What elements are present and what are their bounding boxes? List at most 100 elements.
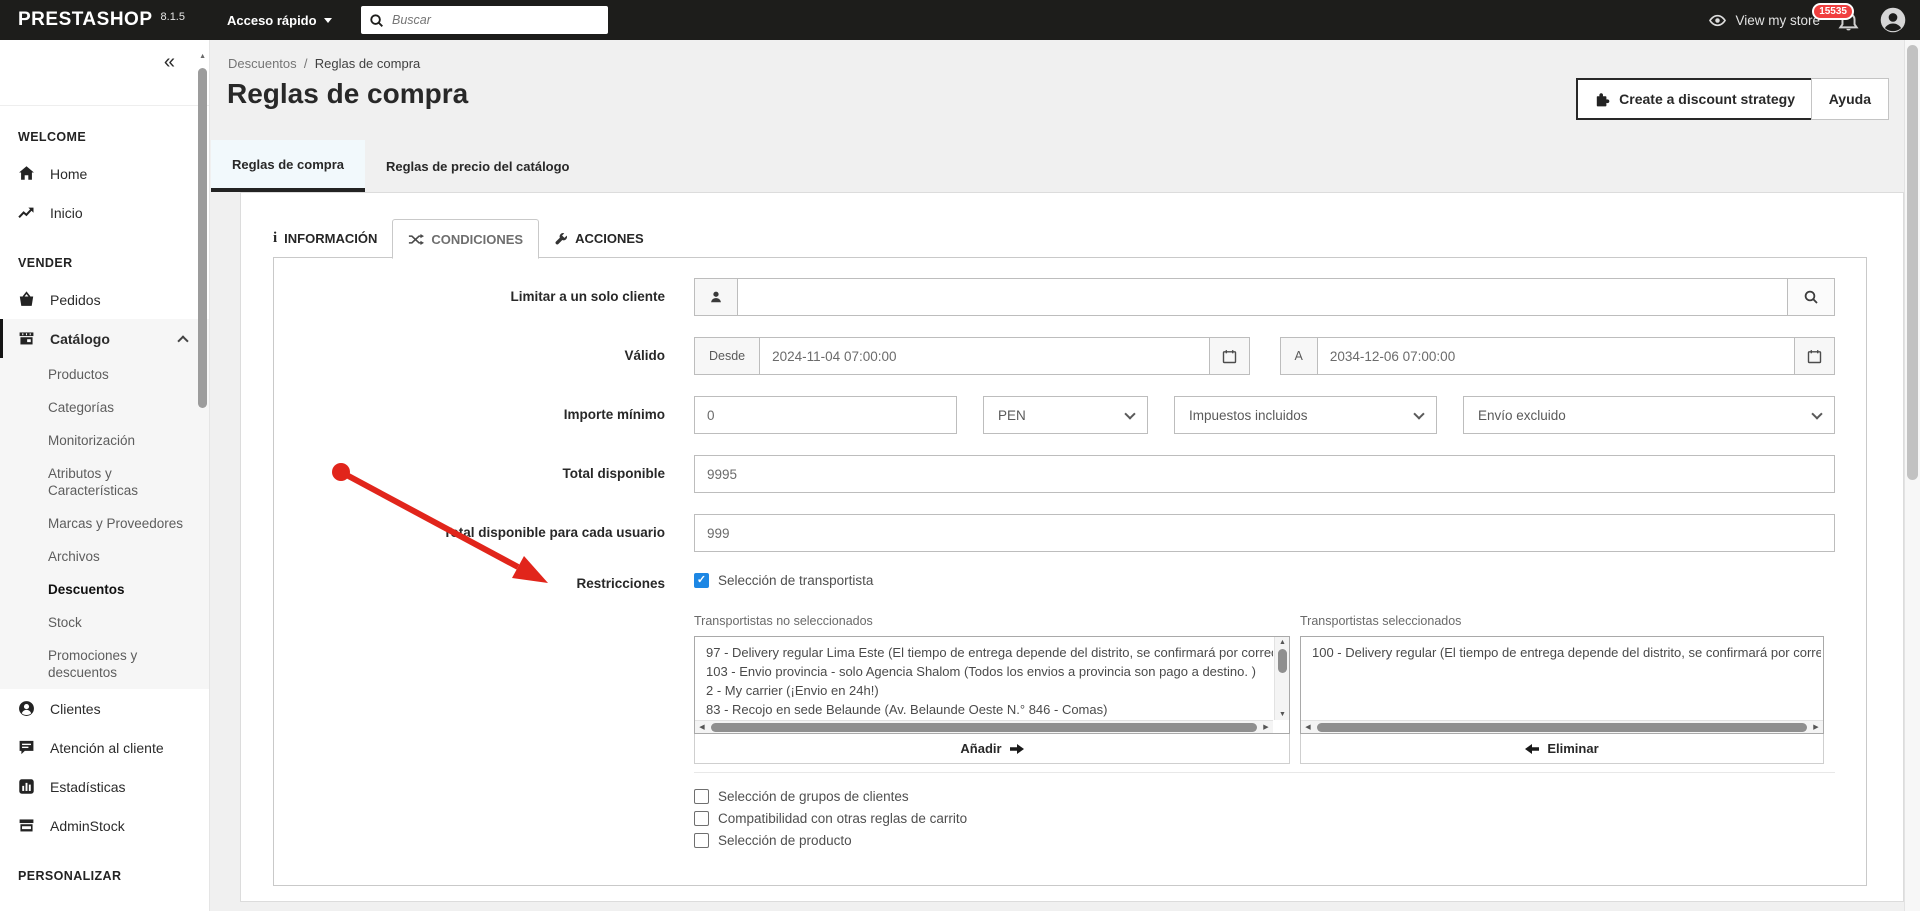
sidebar-subitem-archivos[interactable]: Archivos xyxy=(0,540,209,573)
create-discount-strategy-button[interactable]: Create a discount strategy xyxy=(1576,78,1813,120)
sidebar-item-atencion[interactable]: Atención al cliente xyxy=(0,728,209,767)
sidebar-item-pedidos[interactable]: Pedidos xyxy=(0,280,209,319)
listbox-vertical-scrollbar[interactable]: ▲ ▼ xyxy=(1274,637,1289,720)
arrow-left-icon xyxy=(1525,743,1540,755)
carrier-option[interactable]: 83 - Recojo en sede Belaunde (Av. Belaun… xyxy=(695,700,1273,719)
sidebar-subitem-marcas[interactable]: Marcas y Proveedores xyxy=(0,507,209,540)
formtab-informacion[interactable]: i INFORMACIÓN xyxy=(258,219,392,258)
restrictions-row: Restricciones ✓ Selección de transportis… xyxy=(274,573,1835,855)
tab-reglas-de-compra[interactable]: Reglas de compra xyxy=(211,140,365,192)
page-scrollbar[interactable] xyxy=(1904,40,1920,911)
sidebar-item-label: AdminStock xyxy=(50,817,125,834)
chevron-down-icon xyxy=(323,17,332,23)
sidebar-section-welcome: WELCOME xyxy=(18,130,87,144)
breadcrumb-parent[interactable]: Descuentos xyxy=(228,56,297,71)
sidebar-item-home[interactable]: Home xyxy=(0,154,209,193)
scrollbar-thumb[interactable] xyxy=(1278,649,1287,673)
scrollbar-thumb[interactable] xyxy=(711,722,1257,732)
sidebar-item-label: Atención al cliente xyxy=(50,739,164,756)
version-label: 8.1.5 xyxy=(160,11,185,23)
sidebar-scrollbar-thumb[interactable] xyxy=(198,68,207,408)
quick-access-button[interactable]: Acceso rápido xyxy=(227,13,332,28)
customer-group-restriction-checkbox[interactable] xyxy=(694,789,709,804)
total-available-input[interactable] xyxy=(694,455,1835,493)
other-restrictions: Selección de grupos de clientes Compatib… xyxy=(694,789,1835,848)
search-input[interactable] xyxy=(392,13,600,27)
currency-select[interactable]: PEN xyxy=(983,396,1148,434)
breadcrumb-current: Reglas de compra xyxy=(314,56,421,71)
carrier-restriction-checkbox[interactable]: ✓ xyxy=(694,573,709,588)
create-discount-strategy-label: Create a discount strategy xyxy=(1619,91,1795,107)
view-my-store-link[interactable]: View my store xyxy=(1708,13,1820,28)
customer-search-input[interactable] xyxy=(738,279,1787,315)
sidebar-item-catalogo[interactable]: Catálogo xyxy=(0,319,209,358)
collapse-sidebar-button[interactable]: « xyxy=(164,52,175,72)
valid-from-group: Desde xyxy=(694,337,1250,375)
listbox-horizontal-scrollbar[interactable]: ◀ ▶ xyxy=(695,720,1273,733)
sidebar-subitem-atributos[interactable]: Atributos y Características xyxy=(0,457,209,507)
scrollbar-thumb[interactable] xyxy=(1317,722,1807,732)
trending-up-icon xyxy=(18,204,35,221)
total-available-row: Total disponible xyxy=(274,455,1835,493)
person-icon xyxy=(18,700,35,717)
topbar: PRESTASHOP 8.1.5 Acceso rápido View my s… xyxy=(0,0,1920,40)
total-per-user-label: Total disponible para cada usuario xyxy=(443,525,665,540)
formtab-acciones[interactable]: ACCIONES xyxy=(539,219,659,258)
page-scrollbar-thumb[interactable] xyxy=(1907,45,1918,480)
sidebar-subitem-monitorizacion[interactable]: Monitorización xyxy=(0,424,209,457)
selected-carriers-listbox[interactable]: 100 - Delivery regular (El tiempo de ent… xyxy=(1300,636,1824,734)
divider xyxy=(694,772,1835,773)
valid-from-calendar-button[interactable] xyxy=(1208,338,1249,374)
valid-row: Válido Desde A xyxy=(274,337,1835,375)
sidebar-subitem-categorias[interactable]: Categorías xyxy=(0,391,209,424)
total-per-user-input[interactable] xyxy=(694,514,1835,552)
search-icon xyxy=(369,13,384,28)
min-amount-input[interactable] xyxy=(694,396,957,434)
add-carrier-button[interactable]: Añadir xyxy=(694,734,1290,764)
sidebar-item-inicio[interactable]: Inicio xyxy=(0,193,209,232)
valid-from-input[interactable] xyxy=(760,338,1209,374)
carrier-restriction-label: Selección de transportista xyxy=(718,573,874,588)
sidebar-item-adminstock[interactable]: AdminStock xyxy=(0,806,209,845)
valid-label: Válido xyxy=(624,348,665,363)
formtab-condiciones[interactable]: CONDICIONES xyxy=(392,219,540,259)
tab-reglas-de-precio-del-catalogo[interactable]: Reglas de precio del catálogo xyxy=(365,140,591,192)
unselected-carriers-listbox[interactable]: 97 - Delivery regular Lima Este (El tiem… xyxy=(694,636,1290,734)
valid-to-calendar-button[interactable] xyxy=(1794,338,1834,374)
sidebar: « WELCOME Home Inicio VENDER Pedidos Cat… xyxy=(0,40,210,911)
sidebar-scroll-up-arrow[interactable]: ▲ xyxy=(199,53,206,60)
puzzle-icon xyxy=(1594,91,1610,107)
min-amount-row: Importe mínimo PEN Impuestos incluidos xyxy=(274,396,1835,434)
listbox-horizontal-scrollbar[interactable]: ◀ ▶ xyxy=(1301,720,1823,733)
user-avatar-icon[interactable] xyxy=(1880,7,1906,33)
notifications-button[interactable]: 15535 xyxy=(1812,3,1862,33)
sidebar-item-clientes[interactable]: Clientes xyxy=(0,689,209,728)
carrier-option[interactable]: 100 - Delivery regular (El tiempo de ent… xyxy=(1301,639,1821,662)
carrier-option[interactable]: 103 - Envio provincia - solo Agencia Sha… xyxy=(695,662,1273,681)
content-card: i INFORMACIÓN CONDICIONES ACCIONES Limit… xyxy=(240,192,1904,902)
sidebar-subitem-stock[interactable]: Stock xyxy=(0,606,209,639)
sidebar-subitem-productos[interactable]: Productos xyxy=(0,358,209,391)
sidebar-subitem-descuentos[interactable]: Descuentos xyxy=(0,573,209,606)
cart-rule-compatibility-checkbox[interactable] xyxy=(694,811,709,826)
carrier-option[interactable]: 2 - My carrier (¡Envio en 24h!) xyxy=(695,681,1273,700)
valid-to-input[interactable] xyxy=(1317,338,1794,374)
form-tabs: i INFORMACIÓN CONDICIONES ACCIONES xyxy=(258,219,1903,259)
sidebar-item-label: Catálogo xyxy=(50,330,110,347)
sidebar-subitem-promociones[interactable]: Promociones y descuentos xyxy=(0,639,209,689)
shipping-select[interactable]: Envío excluido xyxy=(1463,396,1835,434)
total-per-user-row: Total disponible para cada usuario xyxy=(274,514,1835,552)
product-restriction-checkbox[interactable] xyxy=(694,833,709,848)
user-prefix-icon xyxy=(695,279,738,315)
customer-group-restriction-row: Selección de grupos de clientes xyxy=(694,789,1835,804)
tax-select[interactable]: Impuestos incluidos xyxy=(1174,396,1437,434)
carrier-option[interactable]: 97 - Delivery regular Lima Este (El tiem… xyxy=(695,639,1273,662)
selected-carriers-label: Transportistas seleccionados xyxy=(1300,614,1462,628)
customer-search-button[interactable] xyxy=(1787,279,1834,315)
remove-carrier-button[interactable]: Eliminar xyxy=(1300,734,1824,764)
wrench-icon xyxy=(554,232,568,246)
topbar-search[interactable] xyxy=(361,6,608,34)
valid-to-group: A xyxy=(1279,337,1835,375)
help-button[interactable]: Ayuda xyxy=(1810,78,1889,120)
sidebar-item-estadisticas[interactable]: Estadísticas xyxy=(0,767,209,806)
